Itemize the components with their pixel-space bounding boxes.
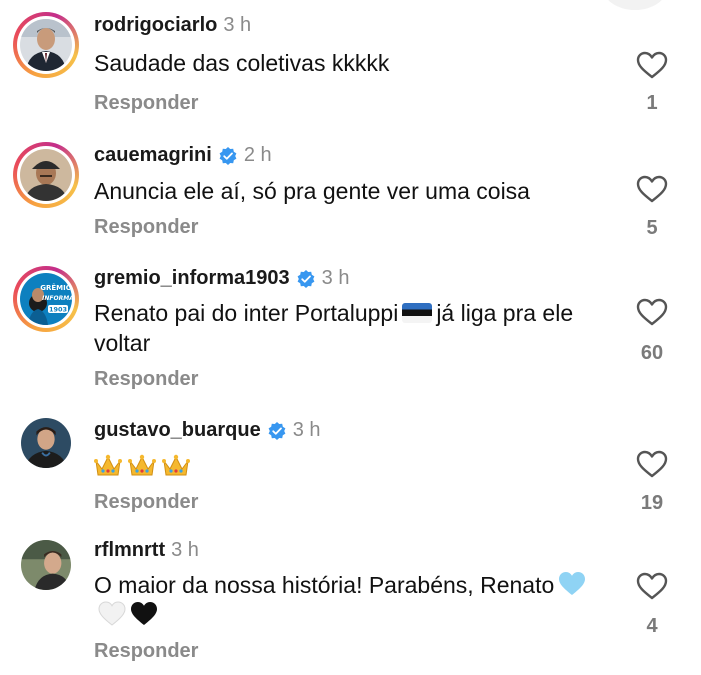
- reply-button[interactable]: Responder: [94, 92, 198, 115]
- comment-header: cauemagrini 2 h: [94, 144, 272, 167]
- avatar[interactable]: [13, 532, 79, 598]
- reply-button[interactable]: Responder: [94, 368, 198, 391]
- crown-emoji: [128, 454, 156, 476]
- svg-text:1903: 1903: [49, 306, 67, 314]
- like-count: 1: [646, 92, 658, 114]
- comment-text: Anuncia ele aí, só pra gente ver uma coi…: [94, 178, 530, 204]
- timestamp: 3 h: [292, 419, 321, 441]
- heart-outline-icon: [636, 51, 668, 79]
- heart-outline-icon: [636, 572, 668, 600]
- comment-header: rflmnrtt 3 h: [94, 539, 199, 562]
- reply-button[interactable]: Responder: [94, 491, 198, 514]
- timestamp: 3 h: [223, 14, 252, 36]
- crown-emoji: [162, 454, 190, 476]
- comment-item: gustavo_buarque 3 h Responder 19: [0, 405, 701, 530]
- like-count: 19: [640, 492, 664, 514]
- comment-text: Renato pai do inter Portaluppi já liga pr…: [94, 298, 614, 358]
- timestamp: 3 h: [321, 267, 350, 289]
- like-count: 60: [640, 342, 664, 364]
- avatar[interactable]: GRÊMIO INFORMA 1903: [13, 266, 79, 332]
- comment-item: rodrigociarlo 3 h Saudade das coletivas …: [0, 0, 701, 125]
- comment-text: [94, 452, 624, 482]
- username[interactable]: gremio_informa1903: [94, 267, 290, 290]
- like-count: 5: [646, 217, 658, 239]
- crown-emoji: [94, 454, 122, 476]
- like-count: 4: [646, 615, 658, 637]
- svg-text:GRÊMIO: GRÊMIO: [40, 283, 71, 292]
- username[interactable]: rflmnrtt: [94, 539, 165, 562]
- svg-text:INFORMA: INFORMA: [42, 295, 72, 302]
- comment-text: O maior da nossa história! Parabéns, Ren…: [94, 570, 614, 630]
- like-button[interactable]: [636, 298, 668, 326]
- white-heart-emoji: [98, 601, 126, 626]
- man-in-stadium-avatar: [21, 540, 71, 590]
- reply-button[interactable]: Responder: [94, 216, 198, 239]
- username[interactable]: cauemagrini: [94, 144, 212, 167]
- light-blue-heart-emoji: [559, 572, 586, 595]
- comment-item: cauemagrini 2 h Anuncia ele aí, só pra g…: [0, 125, 701, 250]
- comment-item: rflmnrtt 3 h O maior da nossa história! …: [0, 530, 701, 675]
- like-button[interactable]: [636, 175, 668, 203]
- verified-badge-icon: [297, 269, 315, 288]
- like-button[interactable]: [636, 572, 668, 600]
- comment-text-part: Renato pai do inter Portaluppi: [94, 300, 399, 326]
- heart-outline-icon: [636, 450, 668, 478]
- username[interactable]: gustavo_buarque: [94, 419, 261, 442]
- black-heart-emoji: [131, 602, 157, 625]
- verified-badge-icon: [268, 421, 286, 440]
- estonia-flag-emoji: [402, 303, 433, 323]
- man-in-suit-avatar: [20, 19, 72, 71]
- like-button[interactable]: [636, 450, 668, 478]
- heart-outline-icon: [636, 298, 668, 326]
- comment-header: gustavo_buarque 3 h: [94, 419, 321, 442]
- timestamp: 2 h: [243, 144, 272, 166]
- username[interactable]: rodrigociarlo: [94, 14, 217, 37]
- avatar[interactable]: [13, 142, 79, 208]
- avatar[interactable]: [13, 12, 79, 78]
- timestamp: 3 h: [171, 539, 199, 561]
- comment-text-part: O maior da nossa história! Parabéns, Ren…: [94, 572, 555, 598]
- reply-button[interactable]: Responder: [94, 640, 198, 663]
- verified-badge-icon: [219, 146, 237, 165]
- young-man-avatar: [21, 418, 71, 468]
- like-button[interactable]: [636, 51, 668, 79]
- comment-header: gremio_informa1903 3 h: [94, 267, 349, 290]
- avatar[interactable]: [13, 410, 79, 476]
- heart-outline-icon: [636, 175, 668, 203]
- comment-header: rodrigociarlo 3 h: [94, 14, 251, 37]
- gremio-informa-logo-avatar: GRÊMIO INFORMA 1903: [20, 273, 72, 325]
- man-with-cap-avatar: [20, 149, 72, 201]
- comment-item: GRÊMIO INFORMA 1903 gremio_informa1903 3…: [0, 250, 701, 405]
- comment-text: Saudade das coletivas kkkkk: [94, 50, 390, 76]
